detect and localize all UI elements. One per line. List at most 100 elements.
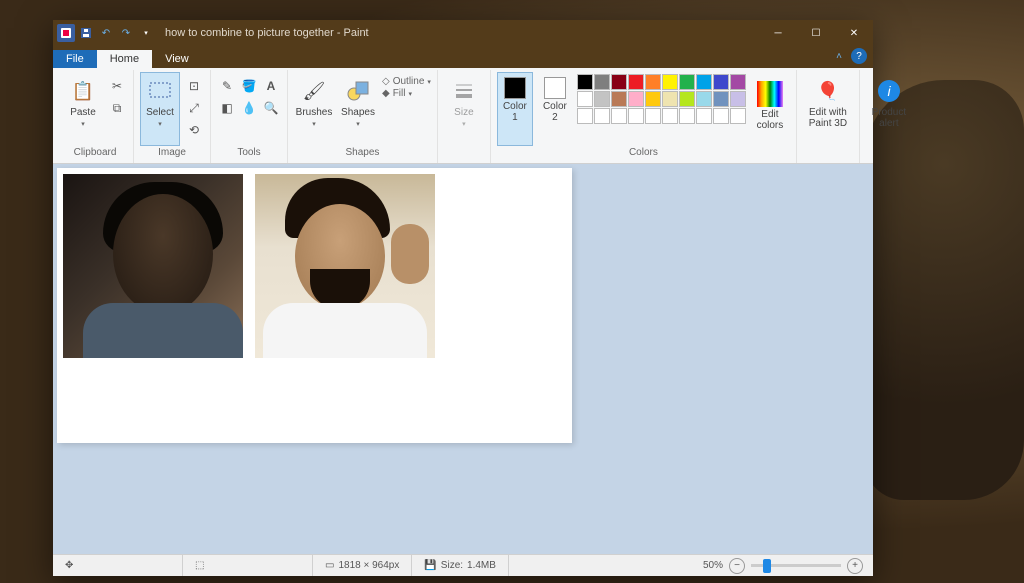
color-swatch[interactable] bbox=[645, 91, 661, 107]
chevron-down-icon: ▾ bbox=[312, 120, 316, 128]
zoom-level: 50% bbox=[703, 560, 723, 571]
paint3d-button[interactable]: 🎈 Edit with Paint 3D bbox=[803, 72, 853, 146]
edit-colors-button[interactable]: Edit colors bbox=[750, 72, 790, 146]
pencil-icon[interactable]: ✎ bbox=[217, 76, 237, 96]
color2-button[interactable]: Color 2 bbox=[537, 72, 573, 146]
help-icon[interactable]: ? bbox=[851, 48, 867, 64]
group-label: Tools bbox=[237, 147, 260, 161]
color-swatch[interactable] bbox=[611, 74, 627, 90]
color-swatch[interactable] bbox=[696, 108, 712, 124]
color-swatch[interactable] bbox=[577, 108, 593, 124]
shapes-icon bbox=[344, 77, 372, 105]
selection-size: ⬚ bbox=[183, 555, 313, 576]
quick-access-toolbar: ↶ ↷ ▾ bbox=[53, 24, 159, 42]
group-label: Colors bbox=[629, 147, 658, 161]
color-swatch[interactable] bbox=[730, 108, 746, 124]
canvas[interactable] bbox=[57, 168, 572, 443]
brushes-button[interactable]: 🖌 Brushes ▾ bbox=[294, 72, 334, 146]
color-swatch[interactable] bbox=[577, 74, 593, 90]
cut-icon[interactable]: ✂ bbox=[107, 76, 127, 96]
tab-file[interactable]: File bbox=[53, 50, 97, 68]
info-icon: i bbox=[875, 77, 903, 105]
rotate-icon[interactable]: ⟲ bbox=[184, 120, 204, 140]
product-alert-button[interactable]: i Product alert bbox=[866, 72, 912, 146]
color1-swatch bbox=[504, 77, 526, 99]
tab-home[interactable]: Home bbox=[97, 50, 152, 68]
fill-button[interactable]: ◆Fill▾ bbox=[382, 88, 431, 99]
select-icon bbox=[146, 77, 174, 105]
resize-icon[interactable]: ⤢ bbox=[184, 98, 204, 118]
selection-icon: ⬚ bbox=[195, 560, 204, 571]
close-button[interactable]: ✕ bbox=[835, 20, 873, 46]
color-swatch[interactable] bbox=[645, 108, 661, 124]
tab-view[interactable]: View bbox=[152, 50, 202, 68]
color-swatch[interactable] bbox=[713, 74, 729, 90]
group-image: Select ▾ ⊡ ⤢ ⟲ Image bbox=[134, 70, 211, 163]
titlebar: ↶ ↷ ▾ how to combine to picture together… bbox=[53, 20, 873, 46]
image-content-2[interactable] bbox=[255, 174, 435, 358]
save-icon[interactable] bbox=[77, 24, 95, 42]
group-paint3d: 🎈 Edit with Paint 3D bbox=[797, 70, 860, 163]
file-size: 💾Size: 1.4MB bbox=[412, 555, 509, 576]
minimize-ribbon-icon[interactable]: ˄ bbox=[831, 48, 847, 64]
color-swatch[interactable] bbox=[628, 74, 644, 90]
group-tools: ✎ 🪣 A ◧ 💧 🔍 Tools bbox=[211, 70, 288, 163]
redo-icon[interactable]: ↷ bbox=[117, 24, 135, 42]
group-label: Shapes bbox=[345, 147, 379, 161]
outline-button[interactable]: ◇Outline▾ bbox=[382, 76, 431, 87]
color-swatch[interactable] bbox=[577, 91, 593, 107]
fill-icon[interactable]: 🪣 bbox=[239, 76, 259, 96]
zoom-out-button[interactable]: − bbox=[729, 558, 745, 574]
disk-icon: 💾 bbox=[424, 560, 436, 571]
shapes-button[interactable]: Shapes ▾ bbox=[338, 72, 378, 146]
color-swatch[interactable] bbox=[679, 108, 695, 124]
color1-button[interactable]: Color 1 bbox=[497, 72, 533, 146]
color-swatch[interactable] bbox=[594, 74, 610, 90]
brush-icon: 🖌 bbox=[300, 77, 328, 105]
paste-button[interactable]: 📋 Paste ▾ bbox=[63, 72, 103, 146]
zoom-slider-thumb[interactable] bbox=[763, 559, 771, 573]
color-swatch[interactable] bbox=[730, 91, 746, 107]
zoom-slider[interactable] bbox=[751, 564, 841, 567]
color-swatch[interactable] bbox=[611, 108, 627, 124]
magnifier-icon[interactable]: 🔍 bbox=[261, 98, 281, 118]
minimize-button[interactable]: ─ bbox=[759, 20, 797, 46]
image-content-1[interactable] bbox=[63, 174, 243, 358]
chevron-down-icon: ▾ bbox=[462, 120, 466, 128]
color-swatch[interactable] bbox=[679, 91, 695, 107]
zoom-in-button[interactable]: + bbox=[847, 558, 863, 574]
paint3d-icon: 🎈 bbox=[814, 77, 842, 105]
picker-icon[interactable]: 💧 bbox=[239, 98, 259, 118]
qat-dropdown-icon[interactable]: ▾ bbox=[137, 24, 155, 42]
crop-icon[interactable]: ⊡ bbox=[184, 76, 204, 96]
color-swatch[interactable] bbox=[713, 91, 729, 107]
maximize-button[interactable]: ☐ bbox=[797, 20, 835, 46]
color-palette bbox=[577, 72, 746, 124]
color-swatch[interactable] bbox=[713, 108, 729, 124]
undo-icon[interactable]: ↶ bbox=[97, 24, 115, 42]
color-swatch[interactable] bbox=[594, 108, 610, 124]
color-swatch[interactable] bbox=[662, 91, 678, 107]
color-swatch[interactable] bbox=[628, 91, 644, 107]
size-button[interactable]: Size ▾ bbox=[444, 72, 484, 146]
chevron-down-icon: ▾ bbox=[356, 120, 360, 128]
color-swatch[interactable] bbox=[611, 91, 627, 107]
color-swatch[interactable] bbox=[679, 74, 695, 90]
group-label: Image bbox=[158, 147, 186, 161]
select-button[interactable]: Select ▾ bbox=[140, 72, 180, 146]
copy-icon[interactable]: ⧉ bbox=[107, 98, 127, 118]
workspace[interactable] bbox=[53, 164, 873, 554]
color-swatch[interactable] bbox=[594, 91, 610, 107]
color-swatch[interactable] bbox=[696, 91, 712, 107]
color2-swatch bbox=[544, 77, 566, 99]
color-swatch[interactable] bbox=[645, 74, 661, 90]
color-swatch[interactable] bbox=[730, 74, 746, 90]
color-swatch[interactable] bbox=[628, 108, 644, 124]
color-swatch[interactable] bbox=[662, 108, 678, 124]
eraser-icon[interactable]: ◧ bbox=[217, 98, 237, 118]
color-swatch[interactable] bbox=[696, 74, 712, 90]
window-title: how to combine to picture together - Pai… bbox=[159, 27, 759, 39]
text-icon[interactable]: A bbox=[261, 76, 281, 96]
chevron-down-icon: ▾ bbox=[81, 120, 85, 128]
color-swatch[interactable] bbox=[662, 74, 678, 90]
